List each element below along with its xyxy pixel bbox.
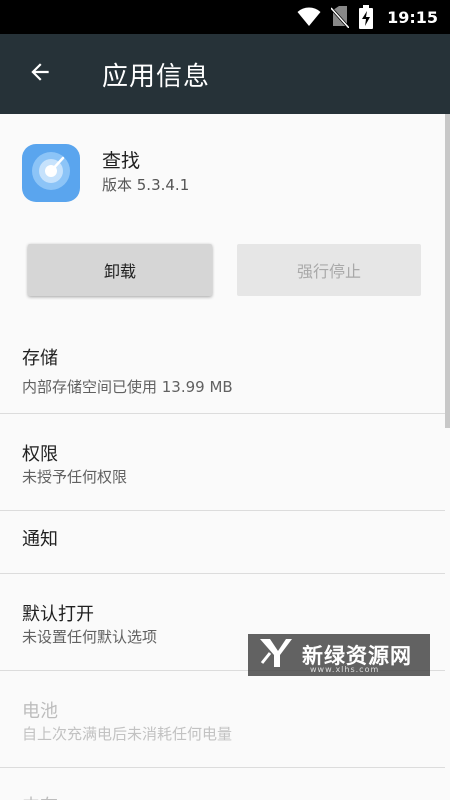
radar-icon xyxy=(31,151,71,195)
notifications-item[interactable]: 通知 xyxy=(0,511,450,573)
scrollbar[interactable] xyxy=(445,114,450,428)
open-by-default-subtitle: 未设置任何默认选项 xyxy=(22,628,158,646)
force-stop-button: 强行停止 xyxy=(237,244,421,296)
watermark: 新绿资源网 www.xlhs.com xyxy=(248,634,430,676)
app-info-content[interactable]: 查找 版本 5.3.4.1 卸载 强行停止 存储 内部存储空间已使用 13.99… xyxy=(0,114,450,800)
battery-charging-icon xyxy=(359,5,374,29)
app-icon xyxy=(22,144,80,202)
back-button[interactable] xyxy=(0,34,80,114)
app-name: 查找 xyxy=(102,150,141,172)
uninstall-button[interactable]: 卸载 xyxy=(28,244,212,296)
status-bar: 19:15 xyxy=(0,0,450,34)
memory-item: 内存 xyxy=(0,768,450,800)
arrow-back-icon xyxy=(27,59,53,89)
no-sim-icon xyxy=(331,6,350,28)
storage-item[interactable]: 存储 内部存储空间已使用 13.99 MB xyxy=(0,320,450,413)
battery-item: 电池 自上次充满电后未消耗任何电量 xyxy=(0,671,450,767)
app-header: 查找 版本 5.3.4.1 xyxy=(0,114,450,224)
watermark-url: www.xlhs.com xyxy=(310,665,380,674)
permissions-title: 权限 xyxy=(22,444,58,465)
storage-subtitle: 内部存储空间已使用 13.99 MB xyxy=(22,378,233,396)
storage-title: 存储 xyxy=(22,348,58,369)
open-by-default-title: 默认打开 xyxy=(22,604,94,625)
page-title: 应用信息 xyxy=(102,61,211,92)
memory-title: 内存 xyxy=(22,792,58,800)
permissions-item[interactable]: 权限 未授予任何权限 xyxy=(0,414,450,510)
app-bar: 应用信息 xyxy=(0,34,450,114)
battery-subtitle: 自上次充满电后未消耗任何电量 xyxy=(22,725,233,743)
status-time: 19:15 xyxy=(387,7,438,27)
watermark-logo-icon xyxy=(258,637,294,673)
app-version: 版本 5.3.4.1 xyxy=(102,176,190,194)
wifi-icon xyxy=(297,7,321,27)
battery-title: 电池 xyxy=(22,701,58,722)
notifications-title: 通知 xyxy=(22,529,58,550)
permissions-subtitle: 未授予任何权限 xyxy=(22,468,128,486)
